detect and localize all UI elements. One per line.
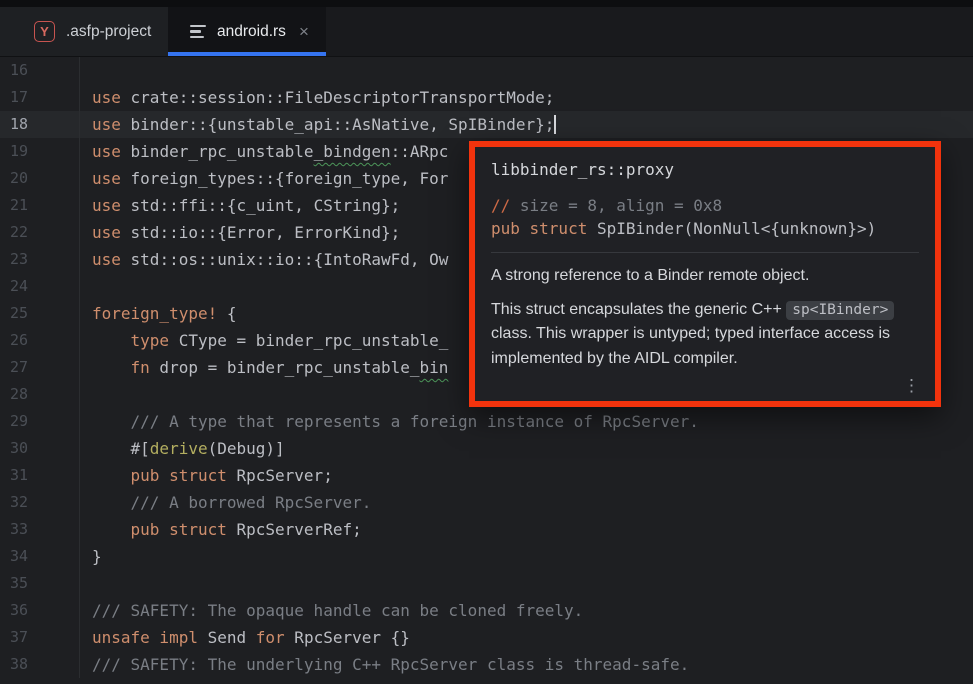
code-line-text: use binder::{unstable_api::AsNative, SpI… bbox=[80, 111, 556, 138]
gutter-line-number[interactable]: 32 bbox=[0, 489, 80, 516]
gutter-line-number[interactable]: 36 bbox=[0, 597, 80, 624]
code-line-text: type CType = binder_rpc_unstable_ bbox=[80, 327, 448, 354]
window-top-strip bbox=[0, 0, 973, 7]
editor-tab-label: android.rs bbox=[217, 23, 286, 41]
code-line-text: #[derive(Debug)] bbox=[80, 435, 285, 462]
code-line[interactable]: 16 bbox=[0, 57, 973, 84]
code-line-text: pub struct RpcServer; bbox=[80, 462, 333, 489]
tab-bar: Y .asfp-project android.rs × bbox=[0, 7, 973, 57]
project-logo-icon: Y bbox=[34, 21, 55, 42]
gutter-line-number[interactable]: 19 bbox=[0, 138, 80, 165]
gutter-line-number[interactable]: 20 bbox=[0, 165, 80, 192]
code-line-text: /// A type that represents a foreign ins… bbox=[80, 408, 699, 435]
code-line-text: pub struct RpcServerRef; bbox=[80, 516, 362, 543]
gutter-line-number[interactable]: 17 bbox=[0, 84, 80, 111]
code-line[interactable]: 36/// SAFETY: The opaque handle can be c… bbox=[0, 597, 973, 624]
code-line-text bbox=[80, 381, 92, 408]
project-tab-label: .asfp-project bbox=[66, 23, 151, 41]
gutter-line-number[interactable]: 25 bbox=[0, 300, 80, 327]
popup-description-2: This struct encapsulates the generic C++… bbox=[491, 298, 919, 372]
text-caret bbox=[554, 115, 556, 134]
code-line[interactable]: 37unsafe impl Send for RpcServer {} bbox=[0, 624, 973, 651]
gutter-line-number[interactable]: 28 bbox=[0, 381, 80, 408]
gutter-line-number[interactable]: 30 bbox=[0, 435, 80, 462]
editor-tab-android-rs[interactable]: android.rs × bbox=[168, 7, 326, 56]
code-line[interactable]: 31 pub struct RpcServer; bbox=[0, 462, 973, 489]
code-line[interactable]: 33 pub struct RpcServerRef; bbox=[0, 516, 973, 543]
code-line-text: foreign_type! { bbox=[80, 300, 237, 327]
popup-description-1: A strong reference to a Binder remote ob… bbox=[491, 264, 919, 289]
popup-divider bbox=[491, 252, 919, 253]
gutter-line-number[interactable]: 34 bbox=[0, 543, 80, 570]
popup-more-options-icon[interactable]: ⋮ bbox=[898, 374, 925, 397]
project-tab[interactable]: Y .asfp-project bbox=[0, 7, 168, 56]
code-line-text: /// SAFETY: The underlying C++ RpcServer… bbox=[80, 651, 689, 678]
code-line[interactable]: 18use binder::{unstable_api::AsNative, S… bbox=[0, 111, 973, 138]
documentation-popup: libbinder_rs::proxy // size = 8, align =… bbox=[469, 141, 941, 407]
gutter-line-number[interactable]: 16 bbox=[0, 57, 80, 84]
code-line-text: unsafe impl Send for RpcServer {} bbox=[80, 624, 410, 651]
gutter-line-number[interactable]: 31 bbox=[0, 462, 80, 489]
inline-code-chip: sp<IBinder> bbox=[786, 301, 894, 320]
gutter-line-number[interactable]: 26 bbox=[0, 327, 80, 354]
code-line-text: use crate::session::FileDescriptorTransp… bbox=[80, 84, 554, 111]
popup-namespace: libbinder_rs::proxy bbox=[491, 160, 919, 179]
gutter-line-number[interactable]: 29 bbox=[0, 408, 80, 435]
close-tab-icon[interactable]: × bbox=[297, 21, 311, 42]
code-line[interactable]: 32 /// A borrowed RpcServer. bbox=[0, 489, 973, 516]
code-line-text bbox=[80, 570, 92, 597]
code-line-text: /// A borrowed RpcServer. bbox=[80, 489, 371, 516]
code-line[interactable]: 38/// SAFETY: The underlying C++ RpcServ… bbox=[0, 651, 973, 678]
code-line[interactable]: 30 #[derive(Debug)] bbox=[0, 435, 973, 462]
gutter-line-number[interactable]: 37 bbox=[0, 624, 80, 651]
gutter-line-number[interactable]: 18 bbox=[0, 111, 80, 138]
gutter-line-number[interactable]: 21 bbox=[0, 192, 80, 219]
code-line-text: use std::ffi::{c_uint, CString}; bbox=[80, 192, 400, 219]
code-line-text: fn drop = binder_rpc_unstable_bin bbox=[80, 354, 448, 381]
code-line-text bbox=[80, 57, 92, 84]
documentation-popup-content: libbinder_rs::proxy // size = 8, align =… bbox=[475, 147, 935, 401]
code-line[interactable]: 35 bbox=[0, 570, 973, 597]
gutter-line-number[interactable]: 24 bbox=[0, 273, 80, 300]
gutter-line-number[interactable]: 35 bbox=[0, 570, 80, 597]
code-line-text bbox=[80, 273, 92, 300]
gutter-line-number[interactable]: 38 bbox=[0, 651, 80, 678]
code-line[interactable]: 17use crate::session::FileDescriptorTran… bbox=[0, 84, 973, 111]
gutter-line-number[interactable]: 27 bbox=[0, 354, 80, 381]
gutter-line-number[interactable]: 22 bbox=[0, 219, 80, 246]
code-line[interactable]: 34} bbox=[0, 543, 973, 570]
popup-signature-block: // size = 8, align = 0x8 pub struct SpIB… bbox=[491, 194, 919, 240]
code-line-text: /// SAFETY: The opaque handle can be clo… bbox=[80, 597, 583, 624]
code-line-text: use std::io::{Error, ErrorKind}; bbox=[80, 219, 400, 246]
file-type-icon bbox=[190, 25, 206, 39]
code-line[interactable]: 29 /// A type that represents a foreign … bbox=[0, 408, 973, 435]
code-line-text: use std::os::unix::io::{IntoRawFd, Ow bbox=[80, 246, 448, 273]
popup-size-comment: // size = 8, align = 0x8 bbox=[491, 194, 919, 217]
popup-struct-signature: pub struct SpIBinder(NonNull<{unknown}>) bbox=[491, 217, 919, 240]
gutter-line-number[interactable]: 23 bbox=[0, 246, 80, 273]
gutter-line-number[interactable]: 33 bbox=[0, 516, 80, 543]
code-line-text: use binder_rpc_unstable_bindgen::ARpc bbox=[80, 138, 448, 165]
code-line-text: } bbox=[80, 543, 102, 570]
code-line-text: use foreign_types::{foreign_type, For bbox=[80, 165, 448, 192]
